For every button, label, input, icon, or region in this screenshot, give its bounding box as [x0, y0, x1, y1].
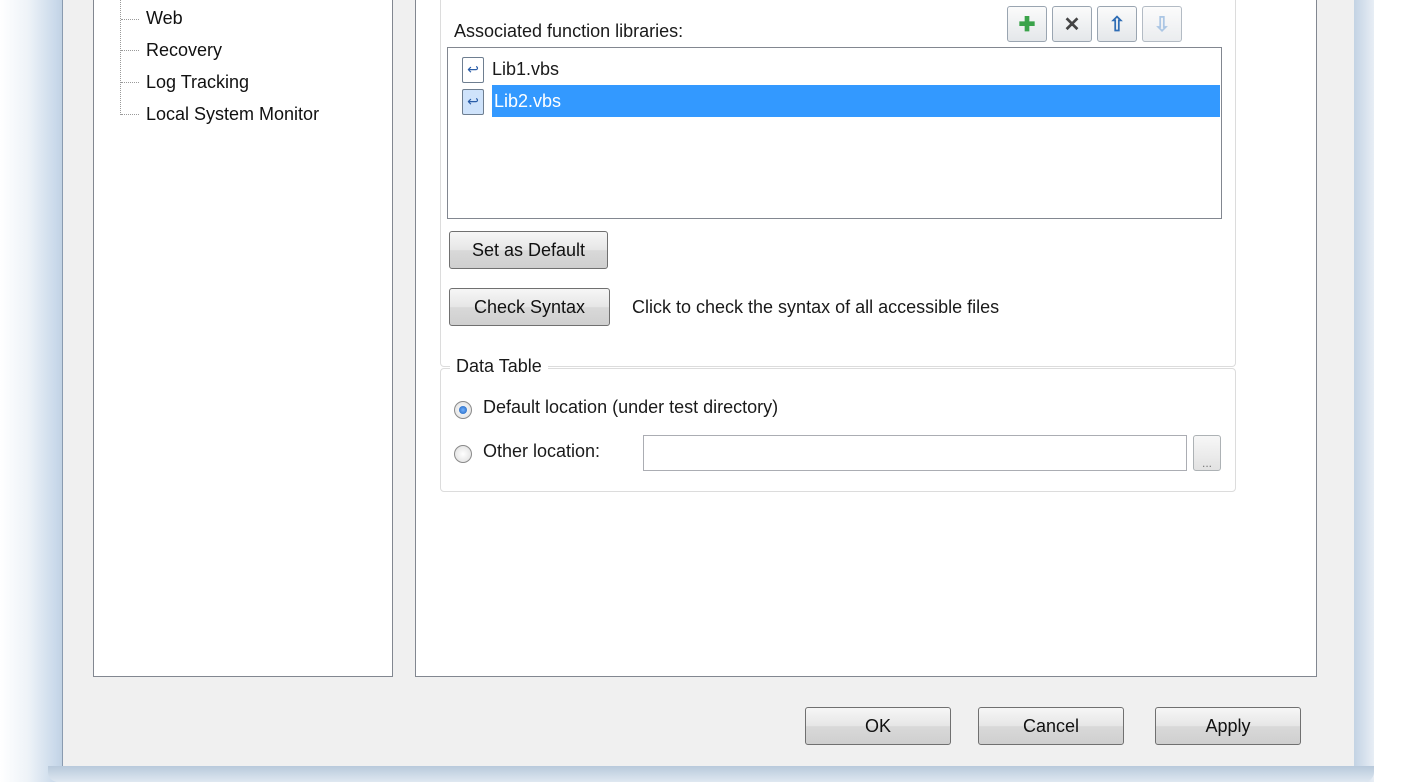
set-as-default-button[interactable]: Set as Default: [449, 231, 608, 269]
library-item[interactable]: Lib1.vbs: [492, 53, 559, 85]
ok-button[interactable]: OK: [805, 707, 951, 745]
check-syntax-hint: Click to check the syntax of all accessi…: [632, 297, 1000, 317]
add-library-button[interactable]: ✚: [1007, 6, 1047, 42]
apply-label: Apply: [1205, 715, 1251, 736]
move-up-button[interactable]: ⇧: [1097, 6, 1137, 42]
vbs-file-icon: ↩: [462, 89, 484, 115]
plus-icon: ✚: [1018, 13, 1036, 36]
arrow-up-icon: ⇧: [1108, 13, 1126, 36]
default-location-radio[interactable]: [454, 401, 472, 419]
tree-connector: [121, 19, 139, 20]
other-location-input[interactable]: [643, 435, 1187, 471]
data-table-legend: Data Table: [450, 356, 548, 377]
library-item-selected[interactable]: Lib2.vbs: [492, 85, 1220, 117]
window-frame-right: [1354, 0, 1374, 782]
other-location-label[interactable]: Other location:: [483, 441, 600, 462]
libraries-list[interactable]: ↩ Lib1.vbs Lib2.vbs ↩: [447, 47, 1222, 219]
arrow-down-icon: ⇩: [1153, 13, 1171, 36]
vbs-file-icon: ↩: [462, 57, 484, 83]
tree-connector: [121, 82, 139, 83]
tree-connector: [121, 50, 139, 51]
browse-button[interactable]: ...: [1193, 435, 1221, 471]
tree-item-recovery[interactable]: Recovery: [144, 38, 222, 62]
other-location-radio[interactable]: [454, 445, 472, 463]
window-frame-left: [0, 0, 70, 782]
tree-connector: [121, 114, 139, 115]
libraries-label: Associated function libraries:: [454, 21, 684, 41]
check-syntax-label: Check Syntax: [473, 296, 586, 317]
tree-item-local-system-monitor[interactable]: Local System Monitor: [144, 102, 319, 126]
check-syntax-button[interactable]: Check Syntax: [449, 288, 610, 326]
tree-item-log-tracking[interactable]: Log Tracking: [144, 70, 249, 94]
x-icon: ✕: [1063, 13, 1081, 36]
remove-library-button[interactable]: ✕: [1052, 6, 1092, 42]
set-as-default-label: Set as Default: [471, 239, 586, 260]
move-down-button[interactable]: ⇩: [1142, 6, 1182, 42]
default-location-label[interactable]: Default location (under test directory): [483, 397, 778, 418]
window-frame-bottom: [48, 766, 1374, 782]
options-tree[interactable]: Web Recovery Log Tracking Local System M…: [93, 0, 393, 677]
apply-button[interactable]: Apply: [1155, 707, 1301, 745]
tree-connector: [120, 0, 121, 115]
tree-item-web[interactable]: Web: [144, 6, 183, 30]
ok-label: OK: [864, 715, 891, 736]
cancel-label: Cancel: [1022, 715, 1080, 736]
cancel-button[interactable]: Cancel: [978, 707, 1124, 745]
data-table-group: [440, 368, 1236, 492]
